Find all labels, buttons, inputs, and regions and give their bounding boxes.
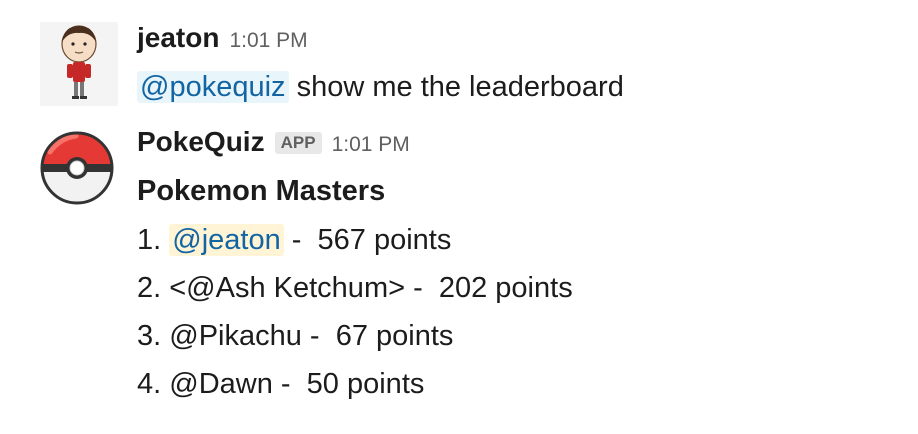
leaderboard-rank: 2.	[137, 272, 170, 304]
timestamp[interactable]: 1:01 PM	[332, 133, 410, 157]
timestamp[interactable]: 1:01 PM	[229, 29, 307, 53]
leaderboard-name: @Dawn	[169, 368, 273, 400]
leaderboard-rank: 3.	[137, 320, 170, 352]
leaderboard-rank: 1.	[137, 224, 170, 256]
message-text: @pokequiz show me the leaderboard	[137, 62, 624, 112]
username[interactable]: jeaton	[137, 22, 219, 54]
leaderboard-score: - 202 points	[405, 272, 573, 304]
message-body: show me the leaderboard	[288, 71, 624, 103]
cartoon-person-avatar-icon	[40, 22, 118, 106]
leaderboard-row: 1. @jeaton - 567 points	[137, 216, 573, 264]
app-badge: APP	[274, 132, 322, 154]
message-content: jeaton 1:01 PM @pokequiz show me the lea…	[137, 22, 624, 112]
leaderboard-row: 4. @Dawn - 50 points	[137, 360, 573, 408]
message-header: jeaton 1:01 PM	[137, 22, 624, 62]
leaderboard-title: Pokemon Masters	[137, 175, 386, 207]
leaderboard-score: - 567 points	[283, 224, 452, 256]
message-content: PokeQuiz APP 1:01 PM Pokemon Masters 1. …	[137, 126, 573, 408]
leaderboard-score: - 67 points	[301, 320, 454, 352]
leaderboard-score: - 50 points	[272, 368, 425, 400]
leaderboard-name: <@Ash Ketchum>	[169, 272, 406, 304]
username[interactable]: PokeQuiz	[137, 126, 265, 158]
avatar[interactable]	[40, 126, 116, 210]
message-header: PokeQuiz APP 1:01 PM	[137, 126, 573, 166]
leaderboard-row: 2. <@Ash Ketchum> - 202 points	[137, 264, 573, 312]
leaderboard-name: @Pikachu	[169, 320, 302, 352]
mention-jeaton[interactable]: @jeaton	[169, 224, 284, 256]
leaderboard-rank: 4.	[137, 368, 170, 400]
pokeball-icon	[40, 131, 114, 205]
leaderboard-row: 3. @Pikachu - 67 points	[137, 312, 573, 360]
mention-pokequiz[interactable]: @pokequiz	[137, 71, 289, 103]
avatar[interactable]	[40, 22, 118, 106]
